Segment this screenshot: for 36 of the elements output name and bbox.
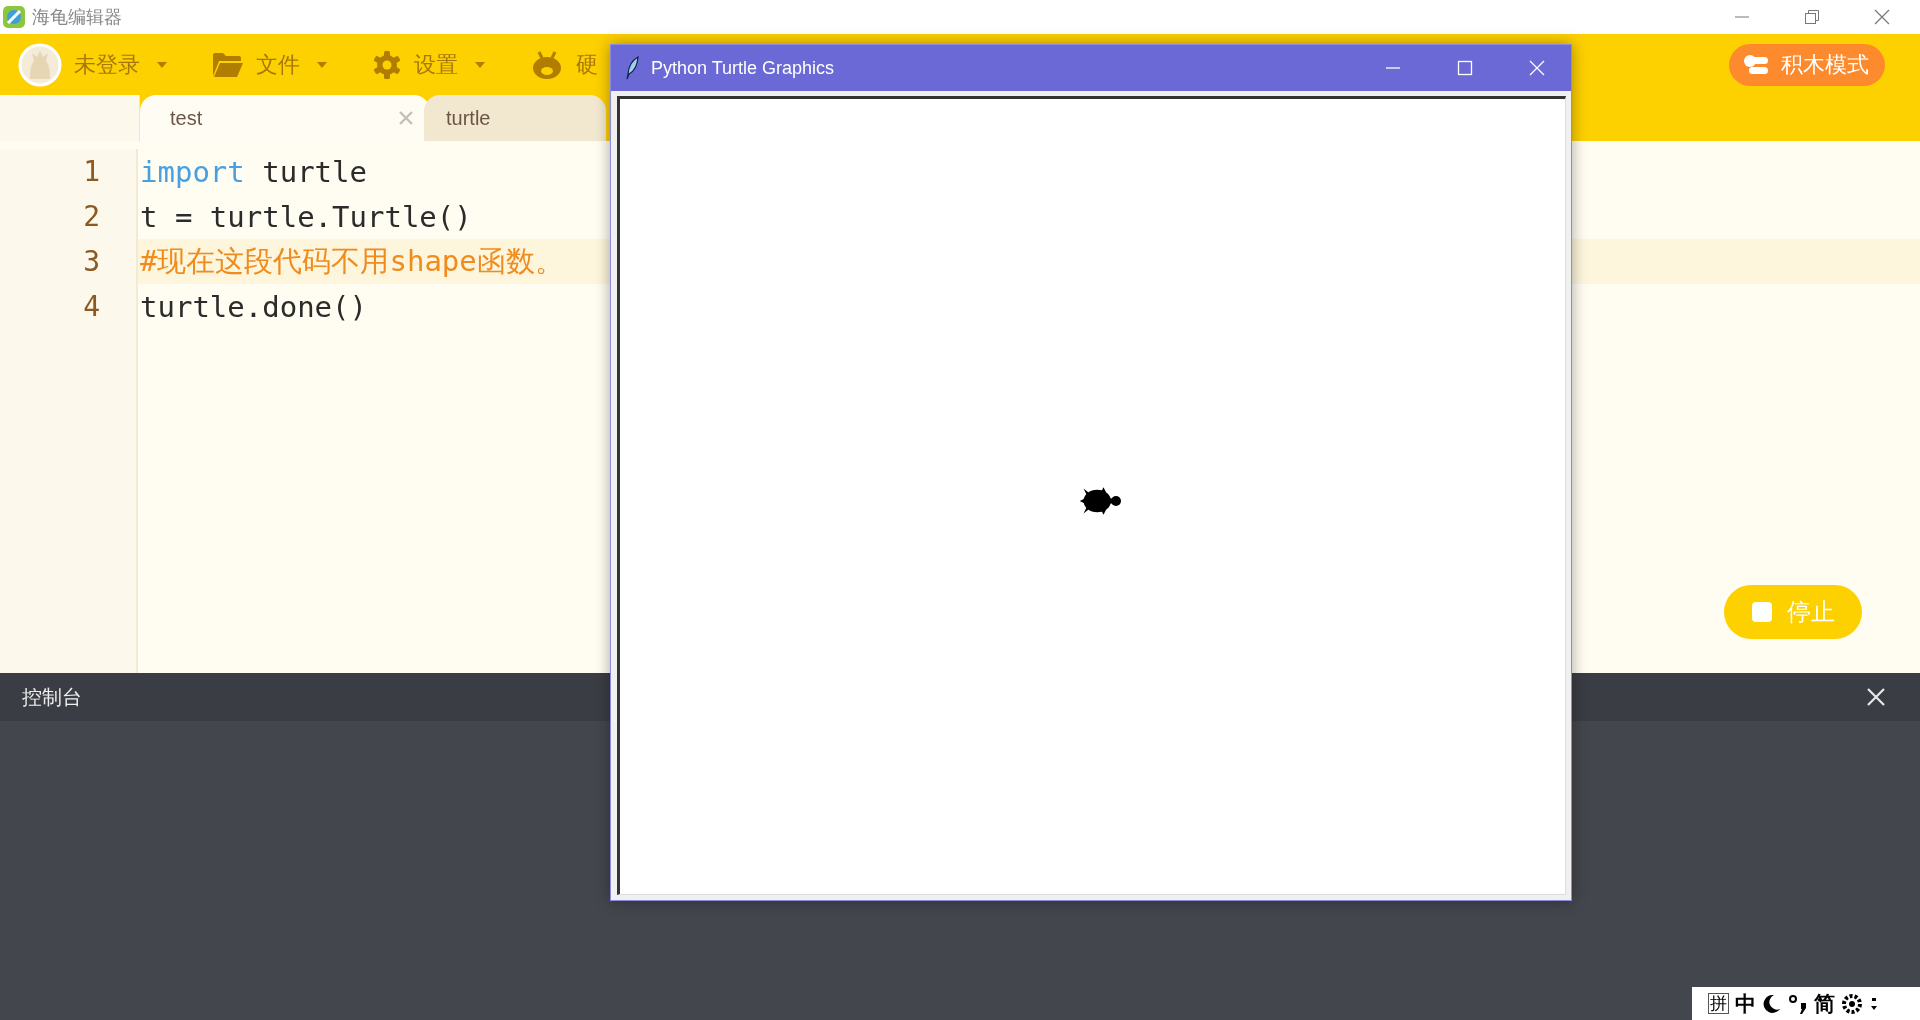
folder-icon bbox=[212, 51, 244, 78]
blocks-icon bbox=[1743, 53, 1769, 76]
restore-icon[interactable] bbox=[1804, 9, 1820, 25]
window-title: Python Turtle Graphics bbox=[651, 57, 835, 79]
punctuation-icon[interactable] bbox=[1788, 992, 1808, 1015]
input-mode-button[interactable]: 拼 bbox=[1708, 993, 1729, 1014]
stop-button[interactable]: 停止 bbox=[1724, 585, 1862, 639]
menu-item[interactable]: 硬 bbox=[576, 49, 598, 80]
gear-icon bbox=[372, 49, 402, 80]
block-mode-button[interactable]: 积木模式 bbox=[1729, 43, 1885, 86]
menu-item[interactable]: 设置 bbox=[414, 49, 458, 80]
code-line: turtle.done() bbox=[140, 289, 367, 324]
line-number: 1 bbox=[83, 155, 100, 188]
maximize-icon[interactable] bbox=[1457, 60, 1473, 76]
caret-icon bbox=[474, 60, 486, 69]
line-number: 4 bbox=[83, 290, 100, 323]
ime-button[interactable]: 简 bbox=[1814, 993, 1835, 1014]
console-title: 控制台 bbox=[22, 684, 82, 710]
caret-icon bbox=[316, 60, 328, 69]
code-line: import turtle bbox=[140, 154, 367, 189]
app-title: 海龟编辑器 bbox=[32, 6, 122, 29]
menu-item[interactable]: 文件 bbox=[256, 49, 300, 80]
feather-icon bbox=[625, 56, 641, 80]
robot-icon bbox=[530, 49, 564, 80]
user-menu[interactable]: 未登录 bbox=[74, 49, 140, 80]
caret-icon bbox=[156, 60, 168, 69]
line-number: 3 bbox=[83, 245, 100, 278]
ime-button[interactable]: 中 bbox=[1735, 993, 1756, 1014]
stop-icon bbox=[1751, 601, 1773, 623]
moon-icon[interactable] bbox=[1762, 992, 1782, 1015]
gear-icon[interactable] bbox=[1841, 992, 1863, 1015]
editor-tab[interactable]: turtle bbox=[424, 95, 606, 141]
code-line: t = turtle.Turtle() bbox=[140, 199, 472, 234]
code-line: #现在这段代码不用shape函数。 bbox=[140, 242, 564, 280]
line-number: 2 bbox=[83, 200, 100, 233]
close-icon[interactable] bbox=[1874, 9, 1890, 25]
